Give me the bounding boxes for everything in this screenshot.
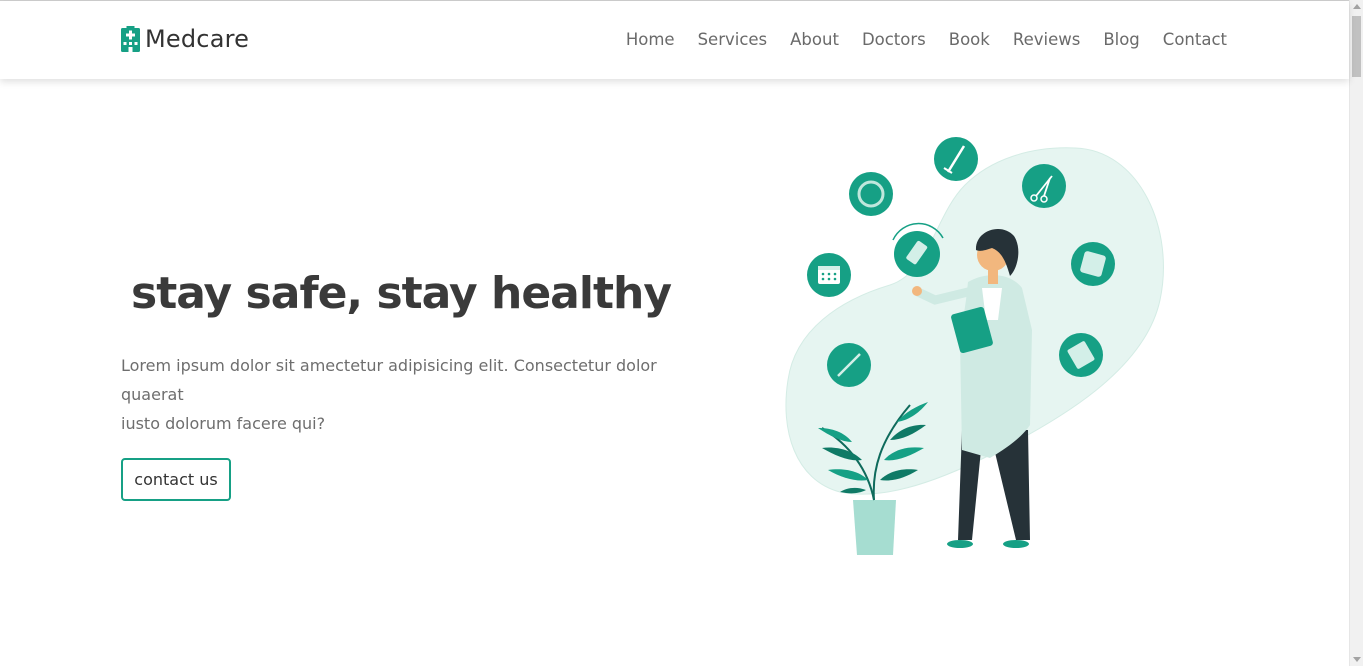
pill-box-icon	[1071, 242, 1115, 286]
scroll-down-arrow-icon[interactable]	[1353, 657, 1361, 662]
calendar-icon	[807, 253, 851, 297]
hero-title: stay safe, stay healthy	[131, 268, 672, 319]
nav-book[interactable]: Book	[949, 27, 990, 53]
nav-contact[interactable]: Contact	[1163, 27, 1227, 53]
scissors-icon	[1022, 164, 1066, 208]
nav-home[interactable]: Home	[626, 27, 675, 53]
brand-name: Medcare	[145, 25, 250, 53]
page: Medcare Home Services About Doctors Book…	[0, 0, 1363, 666]
hospital-icon	[121, 26, 140, 52]
site-header: Medcare Home Services About Doctors Book…	[0, 1, 1349, 79]
hero-description-line-2: iusto dolorum facere qui?	[121, 414, 326, 433]
vertical-scrollbar[interactable]	[1349, 0, 1363, 666]
scroll-up-arrow-icon[interactable]	[1353, 4, 1361, 9]
scrollbar-thumb[interactable]	[1352, 16, 1361, 77]
hero-description: Lorem ipsum dolor sit amectetur adipisic…	[121, 351, 681, 438]
thermometer-icon	[827, 343, 871, 387]
contact-us-button[interactable]: contact us	[121, 458, 231, 501]
syringe-icon	[934, 137, 978, 181]
nav-doctors[interactable]: Doctors	[862, 27, 926, 53]
nav-blog[interactable]: Blog	[1103, 27, 1139, 53]
brand-logo[interactable]: Medcare	[121, 25, 249, 53]
nav-reviews[interactable]: Reviews	[1013, 27, 1080, 53]
pill-strip-icon	[1059, 333, 1103, 377]
hero-illustration	[775, 128, 1175, 568]
main-nav: Home Services About Doctors Book Reviews…	[626, 27, 1227, 53]
nav-services[interactable]: Services	[698, 27, 768, 53]
ring-icon	[849, 172, 893, 216]
nav-about[interactable]: About	[790, 27, 839, 53]
hero-description-line-1: Lorem ipsum dolor sit amectetur adipisic…	[121, 356, 657, 404]
